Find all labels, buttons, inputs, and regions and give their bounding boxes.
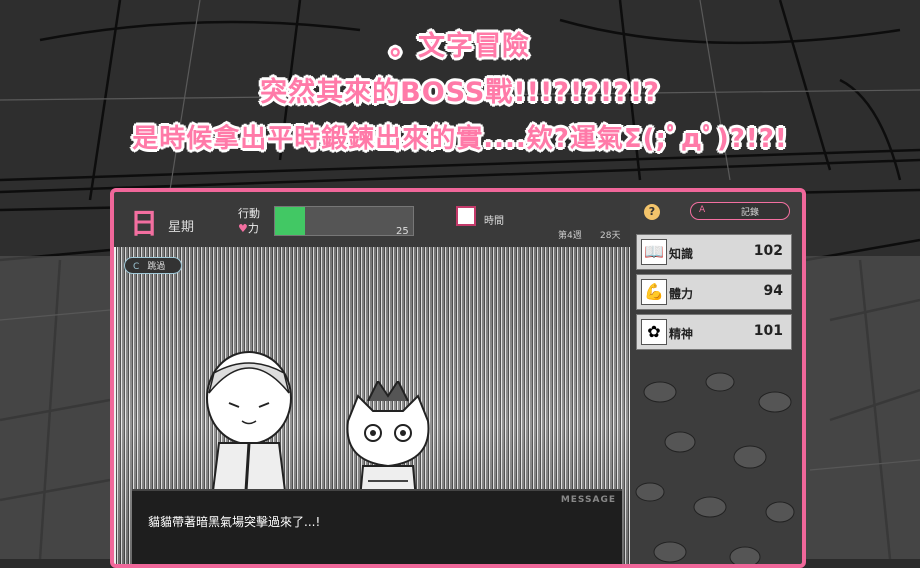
decorative-pattern — [635, 372, 795, 564]
top-hud: 日 星期 行動 ♥力 25 時間 第4週 28天 — [114, 192, 630, 247]
muscle-icon: 💪 — [641, 279, 667, 305]
stat-name: 體力 — [669, 287, 694, 301]
caption-line-1: 。文字冒險 — [390, 31, 530, 62]
week-label: 第4週 — [558, 231, 582, 241]
days-count: 28天 — [600, 231, 621, 241]
action-power-value: 25 — [396, 226, 409, 237]
book-icon: 📖 — [641, 239, 667, 265]
time-label: 時間 — [484, 216, 504, 227]
message-tag: MESSAGE — [560, 495, 616, 505]
stat-stamina: 💪 體力 94 — [636, 274, 792, 310]
message-text: 貓貓帶著暗黑氣場突擊過來了...! — [148, 515, 321, 529]
game-scene: C 跳過 MESSAGE 貓貓帶著暗黑氣場突擊過來了...! — [116, 247, 630, 564]
skip-key: C — [133, 262, 140, 272]
stat-name: 精神 — [669, 327, 694, 341]
side-panel: ? A 記錄 📖 知識 102 💪 體力 94 ✿ 精神 101 — [630, 192, 802, 564]
spirit-icon: ✿ — [641, 319, 667, 345]
action-label-line1: 行動 — [238, 207, 260, 220]
stat-spirit: ✿ 精神 101 — [636, 314, 792, 350]
help-icon[interactable]: ? — [644, 204, 660, 220]
action-power-fill — [275, 207, 306, 235]
record-button[interactable]: A 記錄 — [690, 202, 790, 220]
message-box[interactable]: MESSAGE 貓貓帶著暗黑氣場突擊過來了...! — [132, 489, 622, 564]
day-label: 星期 — [168, 220, 195, 235]
stat-value: 102 — [753, 243, 783, 259]
time-icon — [456, 206, 476, 226]
action-power-bar — [274, 206, 414, 236]
heart-icon: ♥ — [238, 222, 248, 235]
record-key: A — [699, 205, 706, 215]
day-of-week-glyph: 日 — [130, 207, 159, 240]
caption-line-2: 突然其來的BOSS戰!!!?!?!?!? — [260, 77, 660, 108]
record-label: 記錄 — [741, 208, 760, 218]
skip-button[interactable]: C 跳過 — [124, 257, 183, 274]
stat-knowledge: 📖 知識 102 — [636, 234, 792, 270]
action-label-line2: 力 — [247, 222, 259, 235]
game-window: 日 星期 行動 ♥力 25 時間 第4週 28天 C 跳過 MESSAGE 貓貓… — [110, 188, 806, 568]
caption-line-3: 是時候拿出平時鍛鍊出來的實....欸?運氣Σ(;ﾟдﾟ)?!?! — [132, 124, 788, 154]
stat-value: 101 — [753, 323, 783, 339]
skip-label: 跳過 — [147, 262, 166, 272]
action-power-label: 行動 ♥力 — [238, 206, 260, 236]
stat-name: 知識 — [669, 247, 694, 261]
stat-value: 94 — [763, 283, 783, 299]
